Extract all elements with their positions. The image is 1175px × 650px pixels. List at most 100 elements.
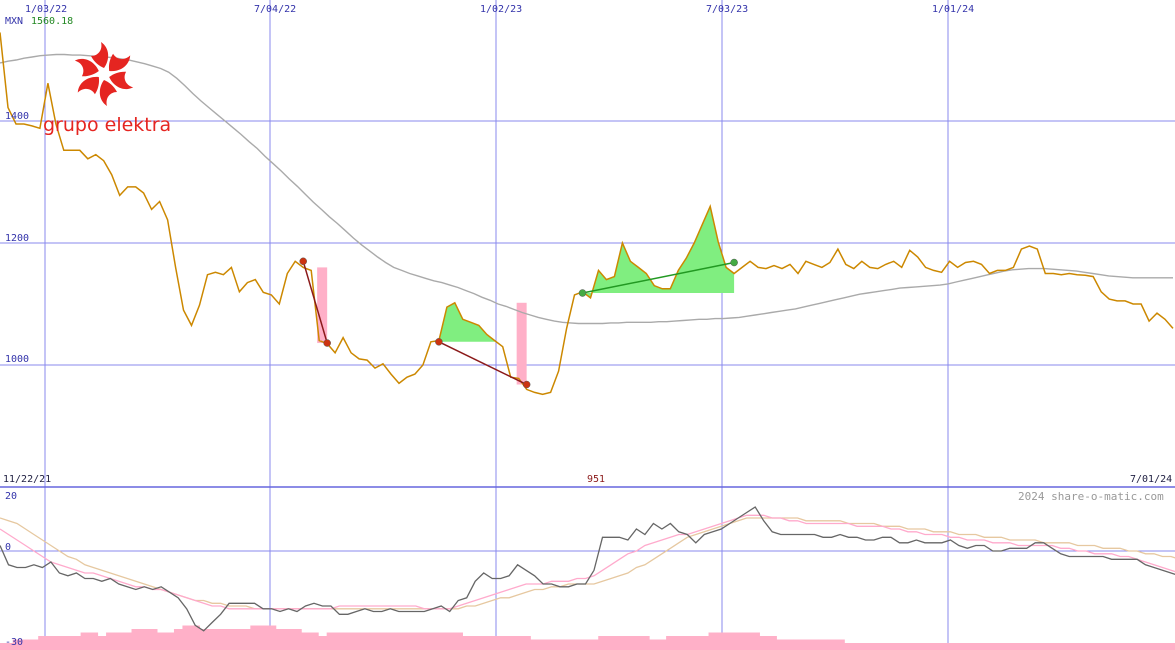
osc-tick-label-20: 20 xyxy=(5,491,17,502)
last-price-label: 1560.18 xyxy=(31,16,73,27)
volume-bar xyxy=(258,625,268,650)
trend-boxes xyxy=(317,206,735,385)
volume-bar xyxy=(818,639,828,650)
volume-bar xyxy=(1030,643,1040,650)
trend-line-down-1 xyxy=(438,341,527,386)
volume-bar xyxy=(190,625,200,650)
y-tick-label-1200: 1200 xyxy=(5,233,29,244)
moving-average-polyline xyxy=(0,53,1173,325)
volume-bar xyxy=(38,636,48,650)
volume-bar xyxy=(224,629,234,650)
volume-bar xyxy=(674,636,684,650)
oscillator-line-signal-fast xyxy=(0,514,1175,610)
volume-bar xyxy=(869,643,879,650)
volume-bar xyxy=(46,636,56,650)
x-tick-label-1: 7/04/22 xyxy=(254,4,296,15)
volume-bar xyxy=(997,643,1007,650)
volume-bar xyxy=(623,636,633,650)
grupo-elektra-logo: grupo elektra xyxy=(43,42,171,136)
volume-bar xyxy=(411,632,421,650)
volume-bar xyxy=(369,632,379,650)
volume-bar xyxy=(1056,643,1066,650)
logo-text: grupo elektra xyxy=(43,114,171,136)
volume-bar xyxy=(598,636,608,650)
volume-bar xyxy=(793,639,803,650)
volume-bar xyxy=(1047,643,1057,650)
volume-bar xyxy=(835,639,845,650)
volume-bar xyxy=(937,643,947,650)
volume-bar xyxy=(97,636,107,650)
volume-bar xyxy=(844,643,854,650)
volume-bar xyxy=(776,639,786,650)
volume-bars xyxy=(0,625,1175,650)
volume-bar xyxy=(403,632,413,650)
volume-bar xyxy=(1132,643,1142,650)
volume-bar xyxy=(581,639,591,650)
volume-bar xyxy=(895,643,905,650)
volume-bar xyxy=(657,639,667,650)
volume-bar xyxy=(292,629,302,650)
volume-bar xyxy=(496,636,506,650)
volume-bar xyxy=(878,643,888,650)
trend-start-dot-2 xyxy=(578,289,587,297)
x-tick-label-4: 1/01/24 xyxy=(932,4,974,15)
volume-bar xyxy=(725,632,735,650)
volume-bar xyxy=(55,636,65,650)
volume-bar xyxy=(912,643,922,650)
volume-bar xyxy=(946,643,956,650)
volume-bar xyxy=(479,636,489,650)
volume-bar xyxy=(352,632,362,650)
trend-end-dot-2 xyxy=(730,258,738,267)
trend-start-dot-1 xyxy=(435,338,443,346)
volume-bar xyxy=(827,639,837,650)
volume-bar xyxy=(428,632,438,650)
volume-bar xyxy=(106,632,116,650)
volume-bar xyxy=(767,636,777,650)
volume-bar xyxy=(241,629,251,650)
volume-bar xyxy=(63,636,73,650)
x-tick-label-0: 1/03/22 xyxy=(25,4,67,15)
volume-bar xyxy=(377,632,387,650)
volume-bar xyxy=(250,625,260,650)
volume-bar xyxy=(470,636,480,650)
low-marker-label: 951 xyxy=(587,474,605,485)
volume-bar xyxy=(547,639,557,650)
volume-bar xyxy=(810,639,820,650)
volume-bar xyxy=(615,636,625,650)
volume-bar xyxy=(394,632,404,650)
volume-bar xyxy=(114,632,124,650)
volume-bar xyxy=(1098,643,1108,650)
y-tick-label-1000: 1000 xyxy=(5,354,29,365)
start-date-label: 11/22/21 xyxy=(3,474,51,485)
volume-bar xyxy=(742,632,752,650)
volume-bar xyxy=(173,629,183,650)
volume-bar xyxy=(733,632,743,650)
volume-bar xyxy=(29,639,39,650)
oscillator-line-signal-slow xyxy=(0,517,1175,610)
volume-bar xyxy=(420,632,430,650)
volume-bar xyxy=(1166,643,1175,650)
volume-bar xyxy=(1014,643,1024,650)
trend-box-down-1 xyxy=(516,302,527,385)
volume-bar xyxy=(216,629,226,650)
volume-bar xyxy=(318,636,328,650)
oscillator-panel xyxy=(0,506,1175,632)
volume-bar xyxy=(326,632,336,650)
x-tick-label-3: 7/03/23 xyxy=(706,4,748,15)
volume-bar xyxy=(1022,643,1032,650)
volume-bar xyxy=(72,636,82,650)
volume-bar xyxy=(632,636,642,650)
volume-bar xyxy=(301,632,311,650)
volume-bar xyxy=(462,636,472,650)
volume-bar xyxy=(335,632,345,650)
volume-bar xyxy=(386,632,396,650)
volume-bar xyxy=(199,629,209,650)
volume-bar xyxy=(589,639,599,650)
volume-bar xyxy=(988,643,998,650)
volume-bar xyxy=(1039,643,1049,650)
copyright-label: 2024 share-o-matic.com xyxy=(1018,490,1164,503)
grid xyxy=(0,0,1175,650)
currency-label: MXN xyxy=(5,16,23,27)
volume-bar xyxy=(530,639,540,650)
volume-bar xyxy=(929,643,939,650)
